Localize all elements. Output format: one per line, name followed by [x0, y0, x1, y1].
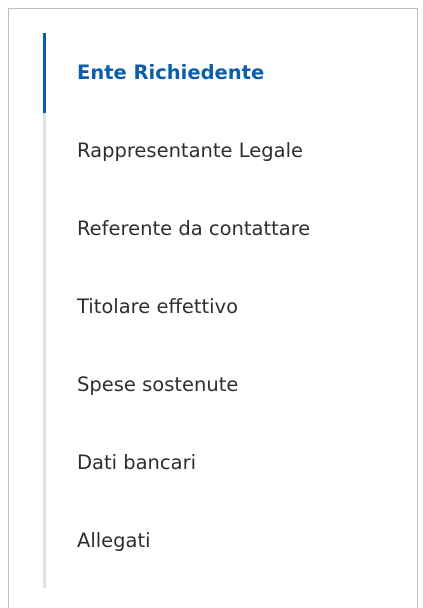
navigation-list: Ente Richiedente Rappresentante Legale R… [43, 33, 403, 579]
nav-item-dati-bancari[interactable]: Dati bancari [43, 423, 403, 501]
nav-item-rappresentante-legale[interactable]: Rappresentante Legale [43, 111, 403, 189]
section-navigation: Ente Richiedente Rappresentante Legale R… [43, 33, 403, 593]
nav-item-ente-richiedente[interactable]: Ente Richiedente [43, 33, 403, 111]
nav-item-spese-sostenute[interactable]: Spese sostenute [43, 345, 403, 423]
nav-item-allegati[interactable]: Allegati [43, 501, 403, 579]
nav-item-referente-da-contattare[interactable]: Referente da contattare [43, 189, 403, 267]
sidebar-panel: Ente Richiedente Rappresentante Legale R… [8, 8, 418, 608]
nav-item-titolare-effettivo[interactable]: Titolare effettivo [43, 267, 403, 345]
